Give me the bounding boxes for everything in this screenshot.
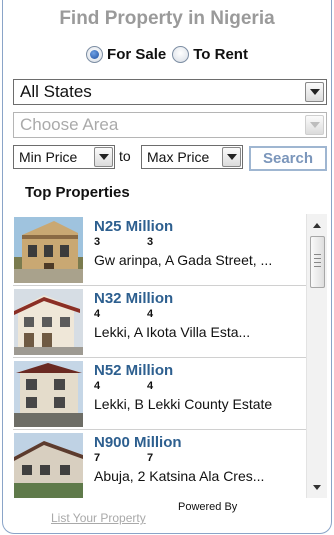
- bathrooms-count: 4: [147, 308, 154, 320]
- property-rooms: 44: [94, 380, 153, 392]
- list-item[interactable]: N25 Million 33 Gw arinpa, A Gada Street,…: [13, 214, 306, 286]
- property-price[interactable]: N25 Million: [94, 218, 173, 235]
- property-rooms: 33: [94, 236, 153, 248]
- bathrooms-count: 7: [147, 452, 154, 464]
- price-to-label: to: [119, 148, 131, 164]
- bathrooms-count: 4: [147, 380, 154, 392]
- bedrooms-count: 4: [94, 380, 101, 392]
- chevron-down-icon[interactable]: [305, 115, 324, 135]
- bedrooms-count: 4: [94, 308, 101, 320]
- property-address: Gw arinpa, A Gada Street, ...: [94, 252, 273, 268]
- list-item[interactable]: N900 Million 77 Abuja, 2 Katsina Ala Cre…: [13, 430, 306, 498]
- property-search-widget: Find Property in Nigeria For Sale To Ren…: [2, 0, 332, 534]
- property-photo[interactable]: [14, 217, 83, 283]
- chevron-down-icon[interactable]: [222, 147, 241, 167]
- property-address: Lekki, B Lekki County Estate: [94, 396, 273, 412]
- property-photo[interactable]: [14, 289, 83, 355]
- bedrooms-count: 3: [94, 236, 101, 248]
- price-range-row: Min Price to Max Price Search: [13, 145, 327, 171]
- bedrooms-count: 7: [94, 452, 101, 464]
- min-price-select[interactable]: Min Price: [13, 145, 115, 169]
- property-rooms: 77: [94, 452, 153, 464]
- property-price[interactable]: N32 Million: [94, 290, 173, 307]
- chevron-down-icon[interactable]: [94, 147, 113, 167]
- top-properties-list[interactable]: N25 Million 33 Gw arinpa, A Gada Street,…: [13, 214, 327, 498]
- max-price-select[interactable]: Max Price: [141, 145, 243, 169]
- max-price-value: Max Price: [147, 149, 210, 165]
- property-price[interactable]: N52 Million: [94, 362, 173, 379]
- state-select[interactable]: All States: [13, 79, 327, 105]
- to-rent-label[interactable]: To Rent: [193, 46, 248, 63]
- property-address: Lekki, A Ikota Villa Esta...: [94, 324, 251, 340]
- scroll-up-arrow-icon[interactable]: [307, 216, 327, 234]
- radio-selected-icon[interactable]: [86, 46, 104, 63]
- to-rent-option[interactable]: To Rent: [172, 46, 248, 63]
- chevron-down-icon[interactable]: [305, 82, 324, 102]
- list-item[interactable]: N52 Million 44 Lekki, B Lekki County Est…: [13, 358, 306, 430]
- search-button[interactable]: Search: [249, 146, 327, 171]
- list-item[interactable]: N32 Million 44 Lekki, A Ikota Villa Esta…: [13, 286, 306, 358]
- property-address: Abuja, 2 Katsina Ala Cres...: [94, 468, 265, 484]
- property-photo[interactable]: [14, 361, 83, 427]
- list-scrollbar[interactable]: [306, 214, 327, 498]
- widget-title: Find Property in Nigeria: [59, 8, 275, 29]
- state-select-value: All States: [20, 82, 92, 101]
- property-price[interactable]: N900 Million: [94, 434, 182, 451]
- bathrooms-count: 3: [147, 236, 154, 248]
- scroll-down-arrow-icon[interactable]: [307, 478, 327, 496]
- area-select[interactable]: Choose Area: [13, 112, 327, 138]
- property-photo[interactable]: [14, 433, 83, 498]
- for-sale-label[interactable]: For Sale: [107, 46, 166, 63]
- scrollbar-thumb[interactable]: [310, 236, 325, 288]
- for-sale-option[interactable]: For Sale: [86, 46, 166, 63]
- list-your-property-link[interactable]: List Your Property: [51, 511, 146, 525]
- property-rooms: 44: [94, 308, 153, 320]
- min-price-value: Min Price: [19, 149, 78, 165]
- area-select-placeholder: Choose Area: [20, 115, 119, 134]
- powered-by-label: Powered By: [178, 501, 238, 513]
- listing-type-selector: For Sale To Rent: [3, 46, 331, 63]
- radio-unselected-icon[interactable]: [172, 46, 190, 63]
- top-properties-heading: Top Properties: [25, 184, 130, 201]
